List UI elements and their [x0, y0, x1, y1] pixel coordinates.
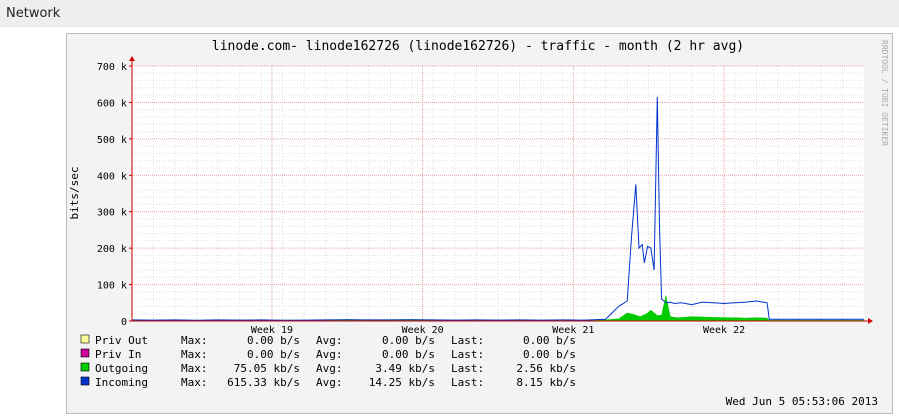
x-axis-arrow	[868, 318, 873, 324]
legend-avg-value: 14.25 kb/s	[369, 376, 435, 389]
y-tick-label: 200 k	[97, 244, 127, 255]
legend-last-label: Last:	[451, 348, 484, 361]
legend-avg-value: 3.49 kb/s	[375, 362, 435, 375]
y-tick-label: 700 k	[97, 62, 127, 73]
chart-timestamp: Wed Jun 5 05:53:06 2013	[726, 395, 878, 408]
legend-swatch	[80, 362, 90, 372]
legend-series-name: Priv Out	[95, 334, 148, 347]
legend-last-value: 0.00 b/s	[523, 348, 576, 361]
legend-last-value: 0.00 b/s	[523, 334, 576, 347]
legend-avg-label: Avg:	[316, 362, 343, 375]
x-tick-label: Week 22	[703, 325, 745, 336]
legend-avg-label: Avg:	[316, 334, 343, 347]
legend-last-value: 8.15 kb/s	[516, 376, 576, 389]
y-tick-label: 0	[121, 317, 127, 328]
y-tick-label: 400 k	[97, 171, 127, 182]
legend-last-label: Last:	[451, 362, 484, 375]
legend-last-value: 2.56 kb/s	[516, 362, 576, 375]
y-tick-label: 500 k	[97, 135, 127, 146]
y-tick-label: 300 k	[97, 208, 127, 219]
y-axis-label: bits/sec	[68, 167, 81, 220]
legend-avg-value: 0.00 b/s	[382, 334, 435, 347]
legend-max-label: Max:	[181, 334, 208, 347]
traffic-chart: linode.com- linode162726 (linode162726) …	[68, 39, 889, 408]
y-axis-arrow	[129, 56, 135, 61]
legend: Priv Out Max: 0.00 b/s Avg: 0.00 b/s Last: 0.0…	[80, 334, 576, 389]
legend-max-label: Max:	[181, 348, 208, 361]
legend-last-label: Last:	[451, 334, 484, 347]
legend-avg-value: 0.00 b/s	[382, 348, 435, 361]
legend-avg-label: Avg:	[316, 376, 343, 389]
legend-last-label: Last:	[451, 376, 484, 389]
y-tick-label: 600 k	[97, 98, 127, 109]
chart-title: linode.com- linode162726 (linode162726) …	[212, 39, 744, 54]
legend-max-label: Max:	[181, 362, 208, 375]
legend-max-label: Max:	[181, 376, 208, 389]
legend-series-name: Priv In	[95, 348, 141, 361]
legend-swatch	[80, 348, 90, 358]
legend-max-value: 615.33 kb/s	[227, 376, 300, 389]
legend-max-value: 75.05 kb/s	[234, 362, 300, 375]
legend-series-name: Outgoing	[95, 362, 148, 375]
legend-swatch	[80, 334, 90, 344]
legend-max-value: 0.00 b/s	[247, 348, 300, 361]
legend-series-name: Incoming	[95, 376, 148, 389]
y-tick-label: 100 k	[97, 281, 127, 292]
rrdtool-watermark: RRDTOOL / TOBI OETIKER	[880, 40, 889, 146]
legend-max-value: 0.00 b/s	[247, 334, 300, 347]
legend-swatch	[80, 376, 90, 386]
legend-avg-label: Avg:	[316, 348, 343, 361]
